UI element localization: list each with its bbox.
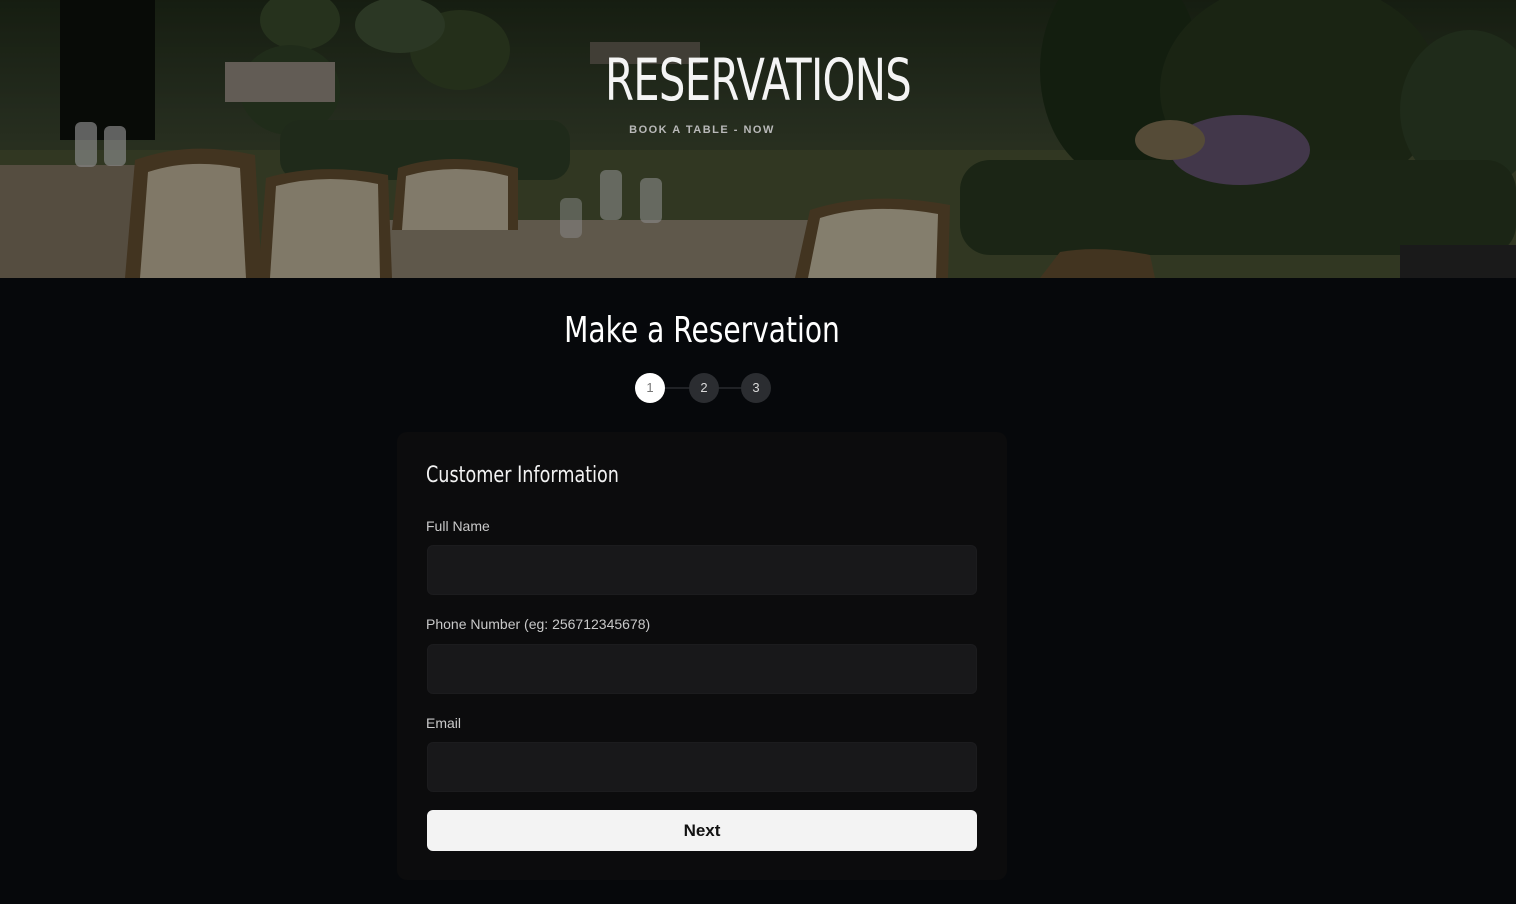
step-3[interactable]: 3 [741,373,771,403]
hero-overlay [0,0,1516,278]
step-1[interactable]: 1 [635,373,665,403]
email-input[interactable] [427,742,977,792]
next-button[interactable]: Next [427,810,977,851]
page-title: Make a Reservation [564,310,840,351]
step-indicator: 1 2 3 [634,373,771,405]
hero-subtitle: BOOK A TABLE - NOW [629,124,775,136]
email-label: Email [426,715,462,731]
step-2[interactable]: 2 [689,373,719,403]
step-connector [664,387,690,389]
hero-banner: RESERVATIONS BOOK A TABLE - NOW [0,0,1516,278]
full-name-label: Full Name [426,518,490,534]
phone-number-label: Phone Number (eg: 256712345678) [426,616,651,632]
step-connector [716,387,742,389]
section-title: Customer Information [426,463,619,488]
reservation-form-card: Customer Information Full Name Phone Num… [397,432,1007,880]
full-name-input[interactable] [427,545,977,595]
hero-title: RESERVATIONS [604,46,912,114]
phone-number-input[interactable] [427,644,977,694]
